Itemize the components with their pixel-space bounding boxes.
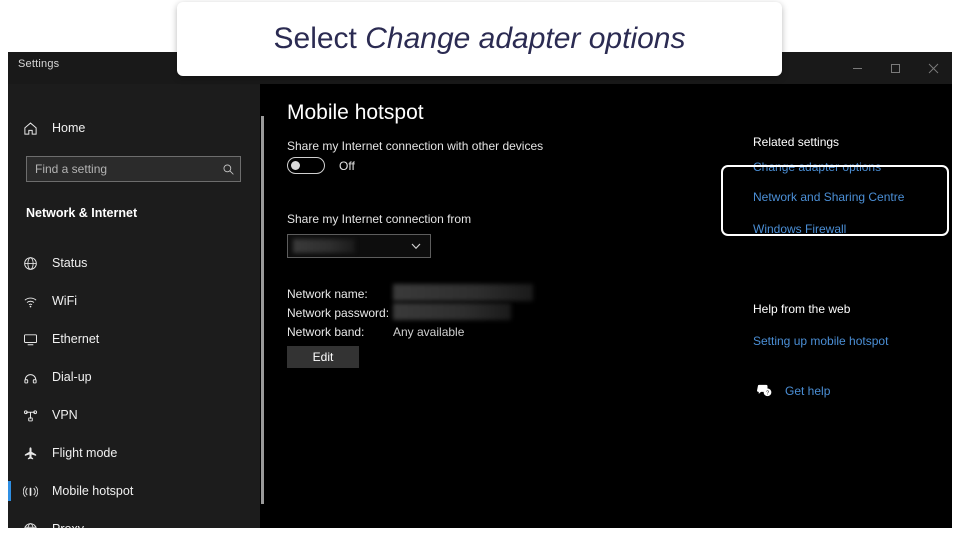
sidebar-item-label: Flight mode [52,446,118,460]
ethernet-icon [8,332,52,347]
sidebar-item-mobile-hotspot[interactable]: Mobile hotspot [8,472,260,510]
related-settings-panel: Related settings Change adapter options … [746,84,952,528]
link-change-adapter-options[interactable]: Change adapter options [753,160,881,174]
network-password-value [393,303,511,320]
network-band-label: Network band: [287,325,365,339]
sidebar-item-flight-mode[interactable]: Flight mode [8,434,260,472]
help-bubble-icon: ? [751,384,777,398]
page-title: Mobile hotspot [287,101,424,124]
share-from-dropdown[interactable] [287,234,431,258]
get-help-row[interactable]: ? Get help [751,384,830,398]
selection-indicator [8,291,11,311]
toggle-knob [291,161,300,170]
sidebar-item-proxy[interactable]: Proxy [8,510,260,528]
help-from-web-heading: Help from the web [753,302,851,316]
edit-button[interactable]: Edit [287,346,359,368]
sidebar-nav-list: Status WiFi Ethernet Dial-up VPN Flight mode M… [8,244,260,528]
link-network-and-sharing-centre[interactable]: Network and Sharing Centre [753,190,904,204]
sidebar-item-ethernet[interactable]: Ethernet [8,320,260,358]
instruction-text: Select Change adapter options [274,22,686,56]
related-settings-heading: Related settings [753,135,840,149]
selection-indicator [8,443,11,463]
selection-indicator [8,329,11,349]
sidebar-scrollbar[interactable] [261,116,264,504]
settings-window: Settings Home Find a setting Network & I… [8,52,952,528]
main-content: Mobile hotspot Share my Internet connect… [268,84,952,528]
home-icon [8,121,52,136]
sidebar-item-label: WiFi [52,294,77,308]
network-name-value [393,284,533,301]
globe-status-icon [8,256,52,271]
share-connection-toggle[interactable] [287,157,325,174]
sidebar-item-wifi[interactable]: WiFi [8,282,260,320]
sidebar-item-home[interactable]: Home [8,109,260,147]
wifi-icon [8,294,52,309]
minimize-button[interactable] [838,52,876,84]
network-password-label: Network password: [287,306,390,320]
toggle-state-label: Off [339,158,355,173]
sidebar-item-dial-up[interactable]: Dial-up [8,358,260,396]
sidebar-item-status[interactable]: Status [8,244,260,282]
search-icon [216,163,240,176]
network-name-label: Network name: [287,287,368,301]
get-help-label: Get help [785,384,831,398]
share-connection-toggle-row[interactable]: Off [287,157,355,174]
sidebar-item-label: Ethernet [52,332,100,346]
settings-sidebar: Home Network & Internet Status WiFi Ethern… [8,84,264,528]
sidebar-item-label: Proxy [52,522,84,528]
selection-indicator [8,405,11,425]
vpn-icon [8,408,52,423]
share-from-dropdown-value [293,239,355,253]
search-input[interactable] [27,157,216,181]
share-connection-label: Share my Internet connection with other … [287,139,544,153]
sidebar-item-label: VPN [52,408,78,422]
globe-icon [8,522,52,528]
hotspot-icon [8,484,52,499]
instruction-banner: Select Change adapter options [177,2,782,76]
selection-indicator [8,367,11,387]
sidebar-section-heading: Network & Internet [26,206,138,220]
link-setting-up-mobile-hotspot[interactable]: Setting up mobile hotspot [753,334,888,348]
network-band-value: Any available [393,325,465,339]
sidebar-item-vpn[interactable]: VPN [8,396,260,434]
sidebar-item-label: Mobile hotspot [52,484,134,498]
chevron-down-icon [410,240,422,252]
selection-indicator [8,481,11,501]
share-from-label: Share my Internet connection from [287,212,472,226]
selection-indicator [8,253,11,273]
selection-indicator [8,519,11,528]
instruction-emphasis: Change adapter options [365,22,686,55]
link-windows-firewall[interactable]: Windows Firewall [753,222,846,236]
search-box[interactable] [26,156,241,182]
screenshot-root: Settings Home Find a setting Network & I… [0,0,960,540]
maximize-button[interactable] [876,52,914,84]
svg-text:?: ? [766,391,769,397]
sidebar-item-label: Status [52,256,88,270]
close-button[interactable] [914,52,952,84]
instruction-prefix: Select [273,22,366,55]
sidebar-item-label: Dial-up [52,370,92,384]
airplane-icon [8,446,52,461]
dialup-icon [8,370,52,385]
window-title: Settings [18,58,60,70]
sidebar-item-label-home: Home [52,121,86,135]
